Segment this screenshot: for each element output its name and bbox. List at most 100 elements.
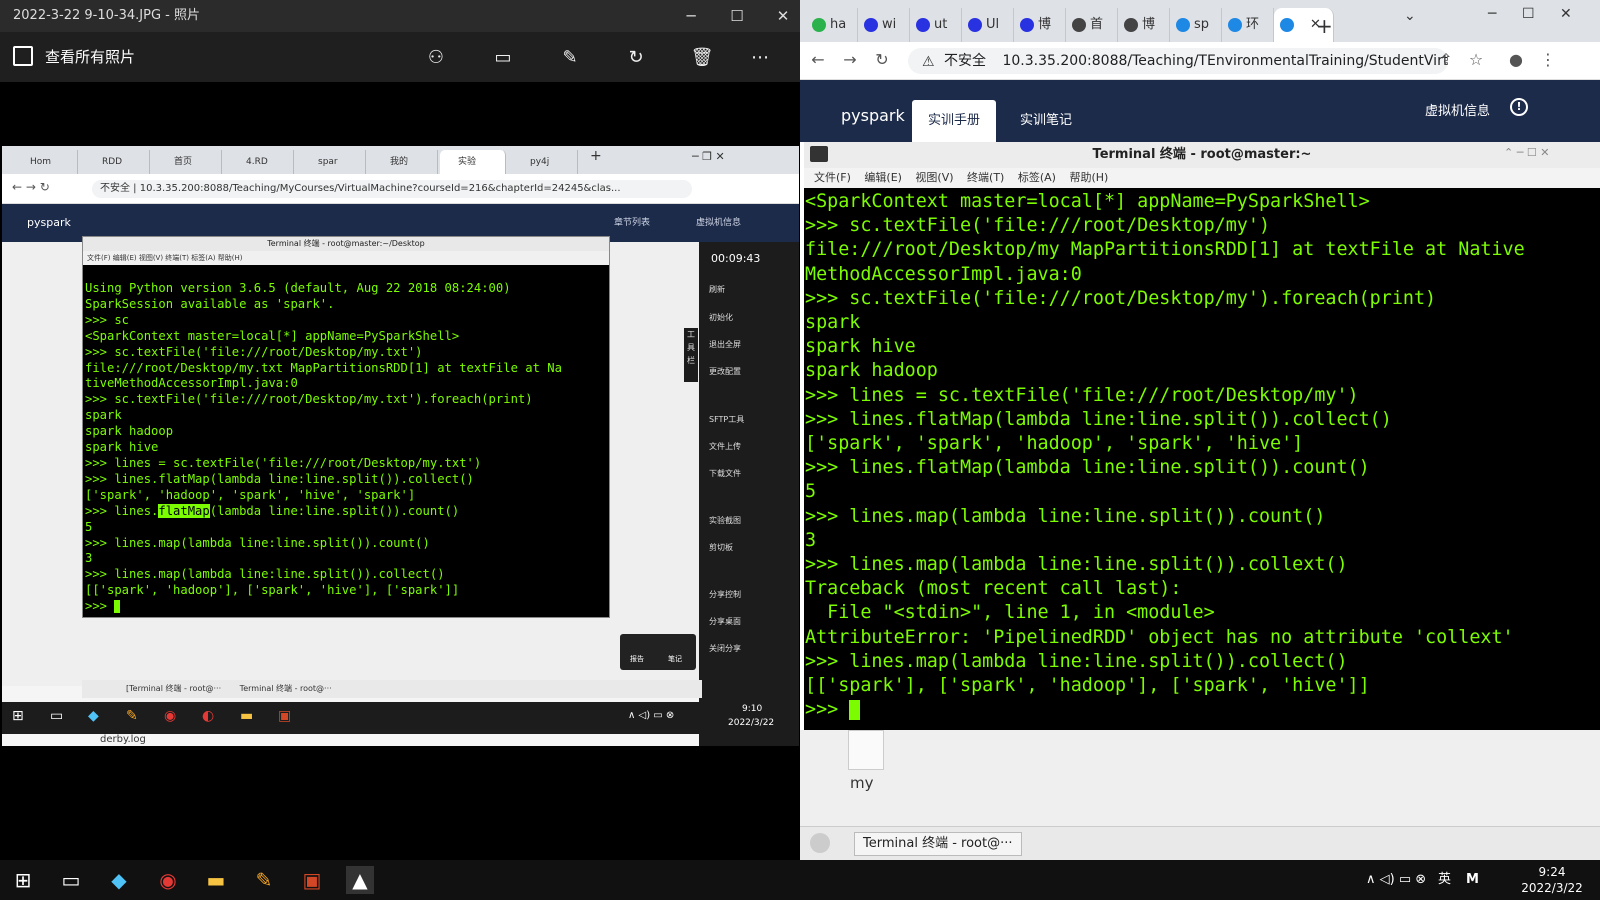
inner-vm-info: 虚拟机信息 bbox=[696, 218, 742, 228]
terminal-window-controls-icon[interactable]: ⌃ ─ ☐ ✕ bbox=[1504, 146, 1549, 159]
inner-chrome-icon: ◉ bbox=[164, 708, 177, 724]
vm-terminal-output[interactable]: <SparkContext master=local[*] appName=Py… bbox=[805, 190, 1525, 722]
inner-side-item: 分享控制 bbox=[709, 590, 741, 599]
browser-tab[interactable]: ut bbox=[910, 8, 962, 42]
tab-training-manual[interactable]: 实训手册 bbox=[912, 100, 997, 142]
inner-side-item: 文件上传 bbox=[709, 442, 741, 451]
forward-icon[interactable]: → bbox=[838, 48, 862, 72]
inner-windows-taskbar: ⊞ ▭ ◆ ✎ ◉ ◐ ▬ ▣ ∧ ◁) ▭ ⊗ 9:10 2022/3/22 bbox=[2, 702, 799, 734]
inner-powerpoint-icon: ▣ bbox=[278, 708, 292, 724]
photos-app-icon[interactable]: ▲ bbox=[346, 866, 374, 894]
inner-side-item: 实验截图 bbox=[709, 516, 741, 525]
search-highlight: flatMap bbox=[158, 503, 210, 518]
inner-note-buttons: 报告 笔记 bbox=[620, 634, 696, 670]
inner-tab: Hom bbox=[12, 150, 78, 174]
sketch-app-icon[interactable]: ✎ bbox=[250, 866, 278, 894]
vm-terminal: Terminal 终端 - root@master:~ ⌃ ─ ☐ ✕ 文件(F… bbox=[804, 142, 1600, 730]
browser-tab[interactable]: 首 bbox=[1066, 8, 1118, 42]
edit-pencil-icon[interactable]: ✎ bbox=[556, 44, 584, 72]
inner-tab: 4.RD bbox=[228, 150, 294, 174]
ime-indicator[interactable]: 英 bbox=[1438, 860, 1451, 900]
delete-icon[interactable]: 🗑 bbox=[688, 44, 716, 72]
tab-favicon bbox=[812, 18, 826, 32]
browser-tab[interactable]: Ul bbox=[962, 8, 1014, 42]
vm-user-avatar bbox=[810, 833, 830, 853]
tab-favicon bbox=[1124, 18, 1138, 32]
ime-mode-indicator[interactable]: M bbox=[1466, 860, 1479, 900]
image-icon bbox=[13, 46, 33, 66]
file-icon[interactable] bbox=[848, 730, 884, 770]
inner-side-item: 更改配置 bbox=[709, 367, 741, 376]
vm-terminal-menu[interactable]: 文件(F) 编辑(E) 视图(V) 终端(T) 标签(A) 帮助(H) bbox=[804, 168, 1600, 188]
inner-app-icon: ✎ bbox=[126, 708, 138, 724]
tab-favicon bbox=[916, 18, 930, 32]
browser-menu-icon[interactable]: ⋮ bbox=[1536, 48, 1560, 72]
tray-icons[interactable]: ∧ ◁) ▭ ⊗ bbox=[1366, 860, 1426, 900]
inner-side-item: 关闭分享 bbox=[709, 644, 741, 653]
vm-taskbar: Terminal 终端 - root@··· bbox=[800, 826, 1600, 860]
tab-training-notes[interactable]: 实训笔记 bbox=[1004, 100, 1088, 142]
site-brand: pyspark bbox=[841, 106, 905, 125]
bookmark-star-icon[interactable]: ☆ bbox=[1464, 48, 1488, 72]
powerpoint-icon[interactable]: ▣ bbox=[298, 866, 326, 894]
inner-tab: py4j bbox=[512, 150, 578, 174]
minimize-icon[interactable]: ─ bbox=[668, 0, 714, 32]
task-view-icon[interactable]: ▭ bbox=[57, 866, 85, 894]
inner-side-item: 分享桌面 bbox=[709, 617, 741, 626]
share-page-icon[interactable]: ⇪ bbox=[1434, 48, 1458, 72]
inner-app-icon: ◐ bbox=[202, 708, 215, 724]
file-explorer-icon[interactable]: ▬ bbox=[202, 866, 230, 894]
inner-timer: 00:09:43 bbox=[711, 252, 761, 265]
browser-tab[interactable]: 博 bbox=[1118, 8, 1170, 42]
browser-tab[interactable]: sp bbox=[1170, 8, 1222, 42]
see-all-photos-button[interactable]: 查看所有照片 bbox=[45, 32, 135, 82]
inner-toolbar-tab: 工具栏 bbox=[684, 328, 698, 382]
inner-side-item: 退出全屏 bbox=[709, 340, 741, 349]
tab-search-icon[interactable]: ⌄ bbox=[1404, 8, 1416, 24]
vm-task-terminal[interactable]: Terminal 终端 - root@··· bbox=[854, 832, 1022, 856]
inner-side-item: SFTP工具 bbox=[709, 415, 745, 424]
taskbar-clock[interactable]: 9:24 2022/3/22 bbox=[1510, 864, 1594, 896]
new-tab-icon[interactable]: + bbox=[1316, 14, 1333, 38]
browser-tab[interactable]: 环 bbox=[1222, 8, 1274, 42]
photo-canvas: Hom RDD 首页 4.RD spar 我的 实验 py4j + ─ ❐ ✕ … bbox=[2, 146, 799, 746]
inner-taskview-icon: ▭ bbox=[50, 708, 64, 724]
inner-vm-desktop: Terminal 终端 - root@master:~/Desktop 文件(F… bbox=[2, 236, 702, 745]
inner-side-item: 刷新 bbox=[709, 285, 725, 294]
terminal-app-icon bbox=[810, 146, 828, 162]
back-icon[interactable]: ← bbox=[806, 48, 830, 72]
browser-maximize-icon[interactable]: ☐ bbox=[1522, 6, 1535, 22]
reload-icon[interactable]: ↻ bbox=[870, 48, 894, 72]
inner-tab: 我的 bbox=[372, 150, 438, 174]
inner-tab: 首页 bbox=[156, 150, 222, 174]
slideshow-icon[interactable]: ▭ bbox=[489, 44, 517, 72]
photos-toolbar: 查看所有照片 bbox=[0, 32, 800, 82]
maximize-icon[interactable]: ☐ bbox=[714, 0, 760, 32]
inner-chrome-tabs: Hom RDD 首页 4.RD spar 我的 实验 py4j + ─ ❐ ✕ bbox=[2, 146, 799, 174]
inner-terminal: Terminal 终端 - root@master:~/Desktop 文件(F… bbox=[82, 236, 610, 618]
vm-info-link[interactable]: 虚拟机信息 bbox=[1425, 100, 1490, 119]
inner-time: 9:10 bbox=[742, 704, 763, 714]
photos-window: 2022-3-22 9-10-34.JPG - 照片 ─ ☐ ✕ 查看所有照片 … bbox=[0, 0, 800, 860]
inner-nav-icon: ← → ↻ bbox=[12, 180, 50, 194]
browser-tab[interactable]: wi bbox=[858, 8, 910, 42]
browser-window: ha wi ut Ul 博 首 博 sp 环 ✕ + ⌄ ─ ☐ ✕ 不安全 1… bbox=[800, 0, 1600, 860]
inner-url: 不安全 | 10.3.35.200:8088/Teaching/MyCourse… bbox=[92, 180, 692, 198]
tab-favicon bbox=[1072, 18, 1086, 32]
profile-icon[interactable]: ● bbox=[1504, 48, 1528, 72]
inner-new-tab-icon: + bbox=[590, 148, 602, 164]
chrome-icon[interactable]: ◉ bbox=[154, 866, 182, 894]
share-icon[interactable]: ⚇ bbox=[422, 44, 450, 72]
rotate-icon[interactable]: ↻ bbox=[622, 44, 650, 72]
browser-close-icon[interactable]: ✕ bbox=[1560, 6, 1572, 22]
url-field[interactable]: 不安全 10.3.35.200:8088/Teaching/TEnvironme… bbox=[908, 48, 1448, 74]
browser-tab[interactable]: 博 bbox=[1014, 8, 1066, 42]
start-icon[interactable]: ⊞ bbox=[9, 866, 37, 894]
browser-tab[interactable]: ha bbox=[806, 8, 858, 42]
browser-minimize-icon[interactable]: ─ bbox=[1488, 6, 1496, 22]
vm-desktop: my Terminal 终端 - root@··· bbox=[800, 730, 1600, 860]
terminal-cursor bbox=[849, 700, 861, 721]
app-cube-icon[interactable]: ◆ bbox=[105, 866, 133, 894]
more-icon[interactable]: ⋯ bbox=[746, 44, 774, 72]
info-icon[interactable]: ! bbox=[1510, 98, 1528, 116]
